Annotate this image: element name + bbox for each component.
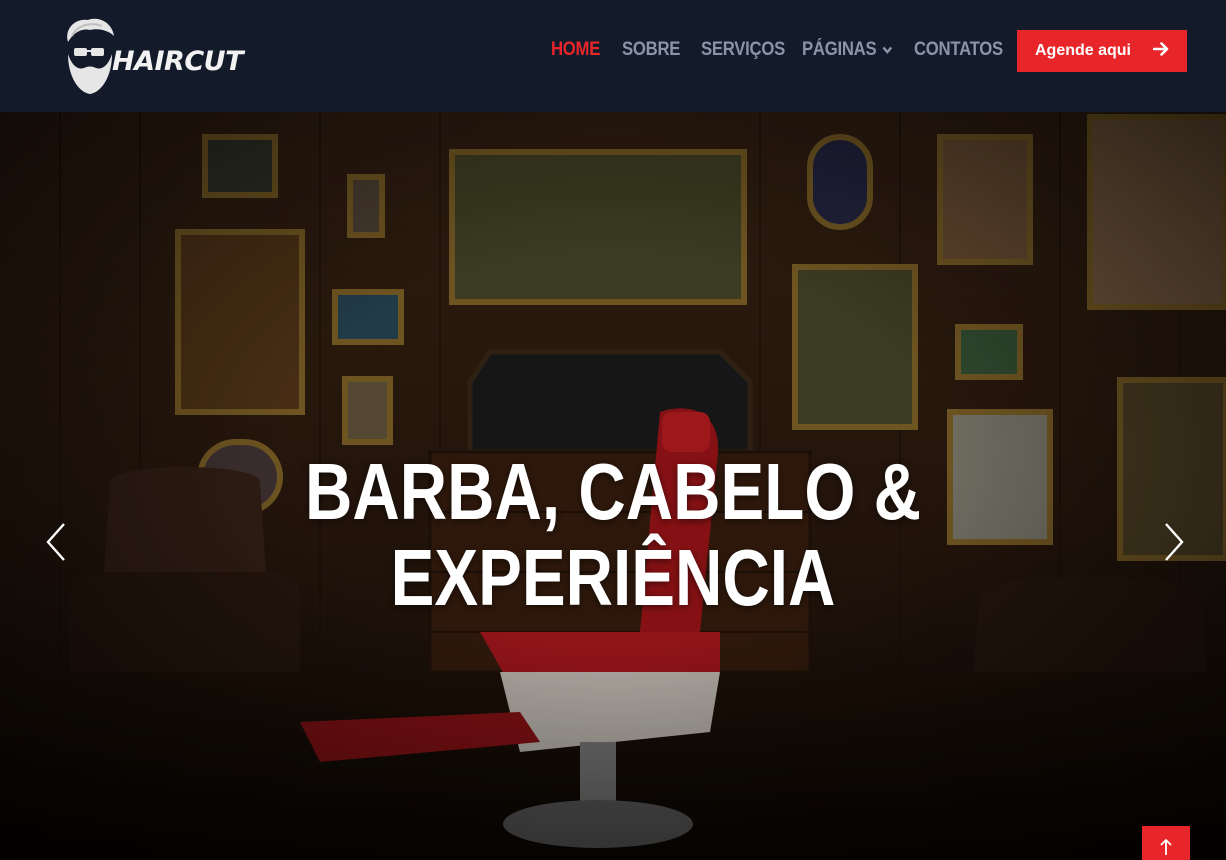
hero-slider: BARBA, CABELO & EXPERIÊNCIA bbox=[0, 112, 1226, 860]
brand-name: HAIRCUT bbox=[112, 46, 244, 77]
hero-title: BARBA, CABELO & EXPERIÊNCIA bbox=[110, 449, 1115, 621]
chevron-down-icon bbox=[882, 39, 893, 61]
slider-prev-button[interactable] bbox=[42, 522, 72, 562]
navbar: HAIRCUT HOME SOBRE SERVIÇOS PÁGINAS CONT… bbox=[0, 0, 1226, 112]
nav-item-home[interactable]: HOME bbox=[551, 36, 600, 64]
nav-item-contatos[interactable]: CONTATOS bbox=[914, 36, 1003, 64]
nav-item-paginas-label: PÁGINAS bbox=[802, 39, 877, 60]
arrow-right-icon bbox=[1152, 41, 1169, 62]
slider-next-button[interactable] bbox=[1158, 522, 1188, 562]
hero-title-line2: EXPERIÊNCIA bbox=[390, 533, 836, 622]
nav-item-sobre[interactable]: SOBRE bbox=[622, 36, 680, 64]
chevron-right-icon bbox=[1165, 523, 1184, 561]
book-now-button[interactable]: Agende aqui bbox=[1017, 30, 1187, 72]
arrow-up-icon bbox=[1160, 838, 1172, 855]
chevron-left-icon bbox=[46, 523, 65, 561]
book-now-label: Agende aqui bbox=[1034, 42, 1131, 59]
back-to-top-button[interactable] bbox=[1142, 826, 1190, 860]
brand-logo[interactable]: HAIRCUT bbox=[62, 14, 244, 98]
nav-item-paginas[interactable]: PÁGINAS bbox=[802, 36, 893, 64]
nav-item-servicos[interactable]: SERVIÇOS bbox=[701, 36, 785, 64]
hero-title-line1: BARBA, CABELO & bbox=[305, 447, 921, 536]
